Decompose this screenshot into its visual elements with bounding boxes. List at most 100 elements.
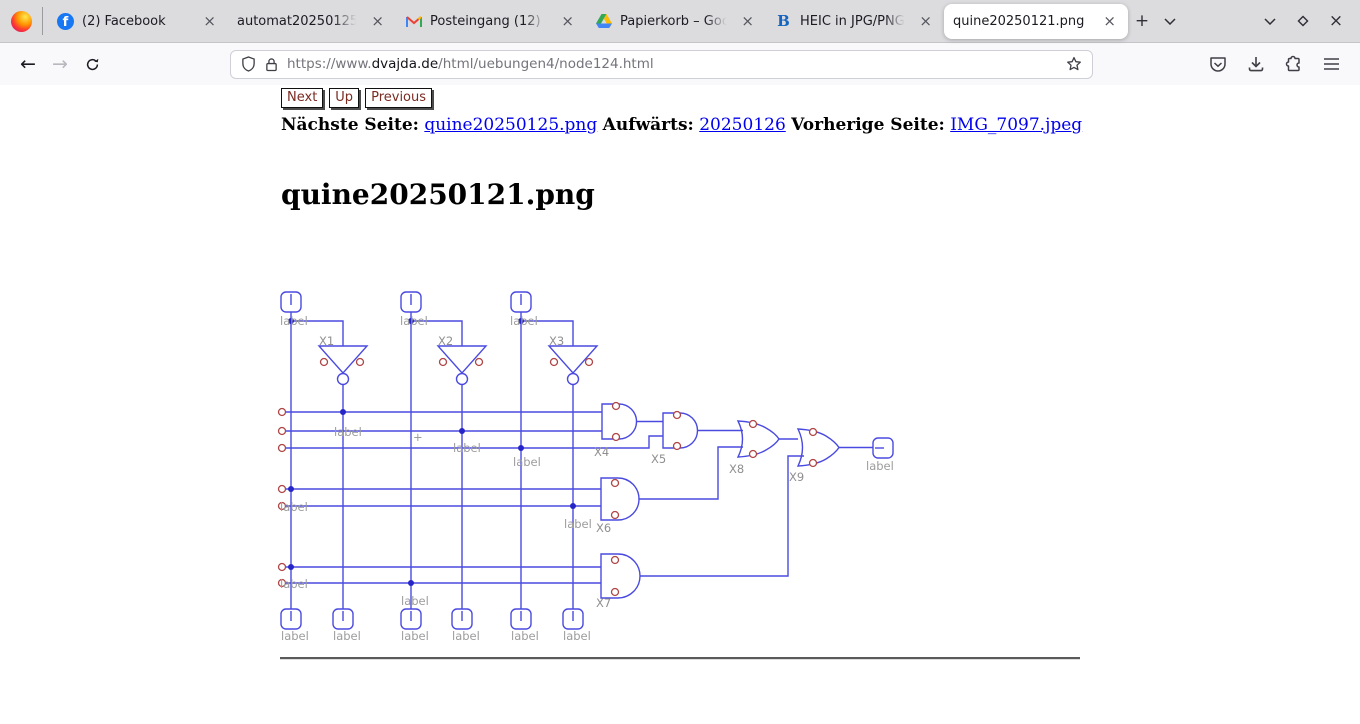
breadcrumb: Nächste Seite: quine20250125.png Aufwärt…	[281, 115, 1082, 135]
latex2html-buttons: Next Up Previous	[281, 88, 432, 108]
diagram-label: label	[513, 455, 541, 469]
plus-symbol: +	[413, 430, 423, 444]
tab-title: (2) Facebook	[82, 14, 166, 29]
up-label: Aufwärts:	[603, 115, 694, 135]
gate-label-x5: X5	[651, 452, 666, 466]
previous-page-label: Vorherige Seite:	[791, 115, 945, 135]
diagram-label: label	[334, 425, 362, 439]
heic-converter-icon: B	[775, 13, 792, 30]
minimize-button[interactable]	[1258, 7, 1282, 35]
hamburger-menu-icon	[1323, 57, 1340, 71]
shield-icon[interactable]	[241, 56, 256, 72]
diagram-label: label	[564, 517, 592, 531]
navigation-toolbar: ← → https://www.dvajda.de/html/uebungen4…	[0, 43, 1360, 85]
gate-label-x8: X8	[729, 462, 744, 476]
bottom-boxes	[281, 609, 583, 629]
diagram-label: label	[333, 629, 361, 643]
url-prefix: https://www.	[287, 56, 372, 72]
diagram-label: label	[511, 629, 539, 643]
gate-label-x1: X1	[319, 334, 334, 348]
tab-facebook[interactable]: f (2) Facebook ×	[48, 5, 228, 38]
diagram-label: label	[280, 314, 308, 328]
diagram-label: label	[280, 500, 308, 514]
previous-button[interactable]: Previous	[365, 88, 432, 108]
page-content: Next Up Previous Nächste Seite: quine202…	[0, 85, 1360, 723]
gate-label-x6: X6	[596, 521, 611, 535]
page-title: quine20250121.png	[281, 178, 595, 211]
next-button[interactable]: Next	[281, 88, 323, 108]
tab-title: quine20250121.png	[953, 14, 1084, 29]
gate-label-x4: X4	[594, 445, 609, 459]
download-button[interactable]	[1247, 56, 1265, 73]
url-bar[interactable]: https://www.dvajda.de/html/uebungen4/nod…	[230, 50, 1093, 79]
maximize-button[interactable]	[1291, 7, 1315, 35]
circuit-diagram-image: X1 X2 X3 X4 X5 X6 X7 X8 X9 label label l…	[270, 282, 920, 662]
back-button[interactable]: ←	[12, 49, 44, 79]
bookmark-star-button[interactable]	[1066, 56, 1082, 72]
facebook-icon: f	[57, 13, 74, 30]
and-gate-x5	[663, 412, 743, 450]
chevron-down-icon	[1264, 18, 1276, 25]
google-drive-icon	[595, 13, 612, 30]
close-tab-icon[interactable]: ×	[1100, 13, 1119, 30]
diagram-label: label	[401, 594, 429, 608]
next-page-link[interactable]: quine20250125.png	[424, 115, 597, 135]
diagram-label: label	[453, 441, 481, 455]
firefox-button[interactable]	[0, 0, 42, 43]
gate-label-x7: X7	[596, 596, 611, 610]
reload-button[interactable]	[76, 49, 108, 79]
next-page-label: Nächste Seite:	[281, 115, 419, 135]
close-window-button[interactable]: ×	[1324, 7, 1348, 35]
tab-quine-active[interactable]: quine20250121.png ×	[944, 4, 1128, 39]
up-link[interactable]: 20250126	[699, 115, 786, 135]
tab-papierkorb[interactable]: Papierkorb – Google ×	[586, 5, 766, 38]
forward-button[interactable]: →	[44, 49, 76, 79]
gate-label-x3: X3	[549, 334, 564, 348]
url-path: /html/uebungen4/node124.html	[438, 56, 653, 72]
not-gate-x1	[319, 346, 367, 385]
close-tab-icon[interactable]: ×	[558, 13, 577, 30]
output-box	[873, 438, 893, 458]
url-domain: dvajda.de	[372, 56, 439, 72]
up-button[interactable]: Up	[329, 88, 359, 108]
toolbar-right-icons	[1209, 55, 1348, 73]
tab-automat[interactable]: automat20250125mealy ×	[228, 5, 396, 38]
tab-title: Papierkorb – Google	[620, 14, 730, 29]
diagram-label: label	[866, 459, 894, 473]
diagram-label: label	[280, 577, 308, 591]
tab-list-button[interactable]	[1156, 7, 1184, 35]
previous-page-link[interactable]: IMG_7097.jpeg	[950, 115, 1082, 135]
gmail-icon	[405, 13, 422, 30]
and-gate-x7	[601, 456, 804, 598]
pocket-icon	[1209, 56, 1227, 73]
tab-heic[interactable]: B HEIC in JPG/PNG um ×	[766, 5, 944, 38]
close-tab-icon[interactable]: ×	[368, 13, 387, 30]
close-tab-icon[interactable]: ×	[200, 13, 219, 30]
diagram-label: label	[400, 314, 428, 328]
tab-separator	[42, 7, 43, 35]
extensions-button[interactable]	[1285, 55, 1303, 73]
new-tab-button[interactable]: +	[1128, 7, 1156, 35]
tab-title: automat20250125mealy	[237, 14, 360, 29]
diagram-label: label	[510, 314, 538, 328]
lock-icon[interactable]	[265, 57, 278, 72]
app-menu-button[interactable]	[1323, 57, 1340, 71]
not-gate-x3	[549, 346, 597, 385]
or-gate-x8	[738, 421, 798, 458]
pocket-button[interactable]	[1209, 56, 1227, 73]
gate-label-x2: X2	[438, 334, 453, 348]
close-tab-icon[interactable]: ×	[916, 13, 935, 30]
download-icon	[1247, 56, 1265, 73]
star-icon	[1066, 56, 1082, 72]
diagram-label: label	[452, 629, 480, 643]
tab-title: HEIC in JPG/PNG um	[800, 14, 908, 29]
input-box	[281, 292, 531, 312]
diagram-label: label	[281, 629, 309, 643]
tab-title: Posteingang (12) - da	[430, 14, 550, 29]
close-tab-icon[interactable]: ×	[738, 13, 757, 30]
url-text[interactable]: https://www.dvajda.de/html/uebungen4/nod…	[287, 56, 654, 72]
diagram-label: label	[563, 629, 591, 643]
tab-posteingang[interactable]: Posteingang (12) - da ×	[396, 5, 586, 38]
window-controls: ×	[1258, 7, 1354, 35]
reload-icon	[85, 57, 100, 72]
